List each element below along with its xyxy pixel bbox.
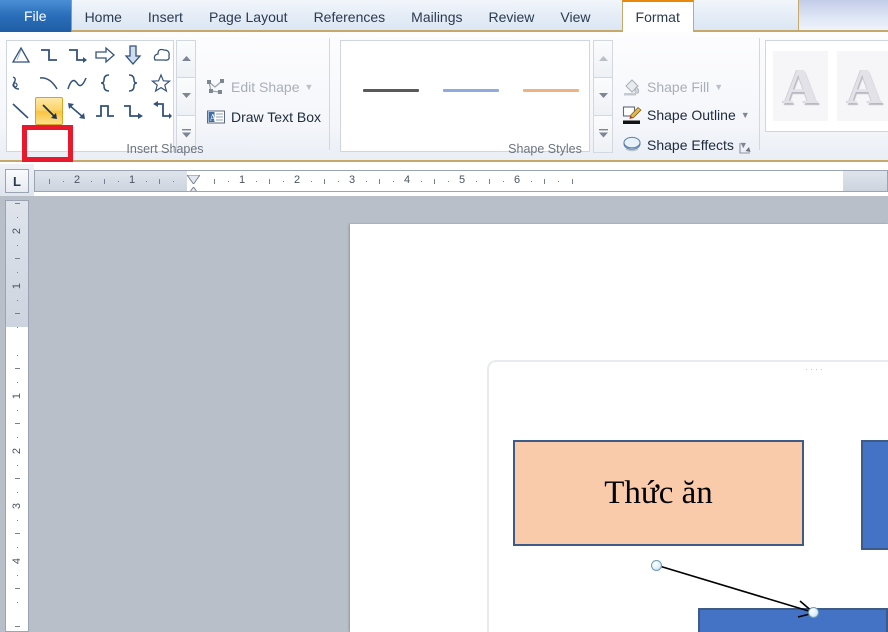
shape-elbow-arrow-3[interactable] bbox=[147, 97, 175, 125]
style-swatch-orange-line[interactable] bbox=[523, 89, 579, 92]
tab-format[interactable]: Format bbox=[621, 0, 694, 32]
shape-styles-group-label: Shape Styles bbox=[508, 142, 582, 156]
wordart-thumb-1[interactable]: A bbox=[773, 51, 828, 121]
shape-line-arrow[interactable] bbox=[35, 97, 63, 125]
shape-food-box[interactable]: Thức ăn bbox=[513, 440, 804, 546]
shapes-gallery-scroll-controls bbox=[176, 40, 196, 153]
shapes-scroll-up-button[interactable] bbox=[176, 40, 196, 79]
shape-right-arrow[interactable] bbox=[91, 41, 119, 69]
shape-fill-chevron-down-icon: ▼ bbox=[714, 82, 724, 92]
paint-bucket-icon bbox=[622, 77, 642, 97]
svg-text:A: A bbox=[210, 113, 217, 123]
hruler-label-left-2: 2 bbox=[73, 174, 81, 186]
draw-text-box-label: Draw Text Box bbox=[231, 109, 321, 125]
pencil-outline-icon bbox=[622, 105, 642, 125]
shape-blue-box-bottom[interactable] bbox=[698, 608, 888, 632]
ribbon: Edit Shape ▼ A Draw Text Box Insert Shap… bbox=[0, 32, 888, 162]
connector-end-handle[interactable] bbox=[808, 607, 819, 618]
vruler-label-top-1: 1 bbox=[11, 282, 23, 290]
hruler-label-6: 6 bbox=[513, 174, 521, 186]
tab-insert[interactable]: Insert bbox=[135, 2, 196, 32]
shapes-gallery[interactable] bbox=[6, 40, 174, 152]
shape-curve[interactable] bbox=[35, 69, 63, 97]
tab-mailings[interactable]: Mailings bbox=[398, 2, 475, 32]
shape-outline-button[interactable]: Shape Outline ▼ bbox=[618, 102, 754, 128]
shape-line[interactable] bbox=[7, 97, 35, 125]
wordart-gallery[interactable]: A A bbox=[765, 40, 888, 132]
vruler-label-3: 3 bbox=[11, 502, 23, 510]
edit-shape-button[interactable]: Edit Shape ▼ bbox=[202, 74, 317, 100]
shape-scribble[interactable] bbox=[7, 69, 35, 97]
shape-blue-box-right[interactable] bbox=[861, 440, 888, 550]
shapes-scroll-down-button[interactable] bbox=[176, 77, 196, 116]
connector-start-handle[interactable] bbox=[651, 560, 662, 571]
ribbon-tab-bar: File Home Insert Page Layout References … bbox=[0, 0, 888, 32]
styles-scroll-down-button[interactable] bbox=[593, 77, 613, 116]
hruler-label-4: 4 bbox=[403, 174, 411, 186]
shape-left-brace[interactable] bbox=[91, 69, 119, 97]
tab-references[interactable]: References bbox=[301, 2, 399, 32]
tab-review[interactable]: Review bbox=[476, 2, 548, 32]
word-application-window: File Home Insert Page Layout References … bbox=[0, 0, 888, 632]
text-box-icon: A bbox=[206, 107, 226, 127]
hanging-indent-marker[interactable] bbox=[187, 183, 200, 191]
shape-elbow-connector-2[interactable] bbox=[91, 97, 119, 125]
shape-fill-button[interactable]: Shape Fill ▼ bbox=[618, 74, 727, 100]
group-wordart-styles: A A bbox=[760, 32, 888, 160]
shape-triangle[interactable] bbox=[7, 41, 35, 69]
shape-styles-scroll-controls bbox=[593, 40, 613, 153]
vruler-label-2: 2 bbox=[11, 447, 23, 455]
edit-shape-chevron-down-icon: ▼ bbox=[304, 82, 314, 92]
document-page[interactable]: ···· Thức ăn bbox=[350, 224, 888, 632]
shape-line-double-arrow[interactable] bbox=[63, 97, 91, 125]
shape-freeform[interactable] bbox=[63, 69, 91, 97]
shape-elbow-arrow-2[interactable] bbox=[119, 97, 147, 125]
shape-food-box-label: Thức ăn bbox=[604, 474, 713, 511]
group-shape-styles: Shape Fill ▼ Shape Outline ▼ Shape Effec… bbox=[330, 32, 760, 160]
horizontal-ruler[interactable]: 2 1 1 2 3 4 5 6 bbox=[34, 170, 888, 192]
edit-shape-label: Edit Shape bbox=[231, 79, 300, 95]
vruler-label-top-2: 2 bbox=[11, 227, 23, 235]
hruler-label-left-1: 1 bbox=[128, 174, 136, 186]
shape-down-arrow[interactable] bbox=[119, 41, 147, 69]
tab-page-layout[interactable]: Page Layout bbox=[196, 2, 301, 32]
shape-styles-gallery[interactable] bbox=[340, 40, 590, 152]
hruler-label-5: 5 bbox=[458, 174, 466, 186]
hruler-label-3: 3 bbox=[348, 174, 356, 186]
shape-elbow-connector[interactable] bbox=[35, 41, 63, 69]
tab-stop-selector[interactable]: L bbox=[5, 169, 29, 193]
vertical-ruler[interactable]: 2 1 1 2 3 4 bbox=[5, 200, 29, 632]
shape-star[interactable] bbox=[147, 69, 175, 97]
canvas-handle-dots: ···· bbox=[805, 364, 825, 374]
shape-elbow-arrow-connector[interactable] bbox=[63, 41, 91, 69]
tab-home[interactable]: Home bbox=[72, 2, 135, 32]
vruler-label-4: 4 bbox=[11, 557, 23, 565]
shape-right-brace[interactable] bbox=[119, 69, 147, 97]
style-swatch-dark-line[interactable] bbox=[363, 89, 419, 92]
edit-shape-icon bbox=[206, 77, 226, 97]
group-insert-shapes: Edit Shape ▼ A Draw Text Box Insert Shap… bbox=[0, 32, 330, 162]
wordart-thumb-2[interactable]: A bbox=[837, 51, 888, 121]
shape-outline-chevron-down-icon: ▼ bbox=[740, 110, 750, 120]
hruler-label-2: 2 bbox=[293, 174, 301, 186]
draw-text-box-button[interactable]: A Draw Text Box bbox=[202, 104, 325, 130]
contextual-tab-area bbox=[798, 0, 888, 32]
style-swatch-blue-line[interactable] bbox=[443, 89, 499, 92]
tab-file[interactable]: File bbox=[0, 0, 72, 32]
shape-outline-label: Shape Outline bbox=[647, 107, 736, 123]
insert-shapes-group-label: Insert Shapes bbox=[126, 142, 204, 156]
shape-fill-label: Shape Fill bbox=[647, 79, 710, 95]
hruler-label-1: 1 bbox=[238, 174, 246, 186]
styles-scroll-up-button[interactable] bbox=[593, 40, 613, 79]
vruler-label-1: 1 bbox=[11, 392, 23, 400]
tab-view[interactable]: View bbox=[547, 2, 603, 32]
shape-cloud-shape[interactable] bbox=[147, 41, 175, 69]
